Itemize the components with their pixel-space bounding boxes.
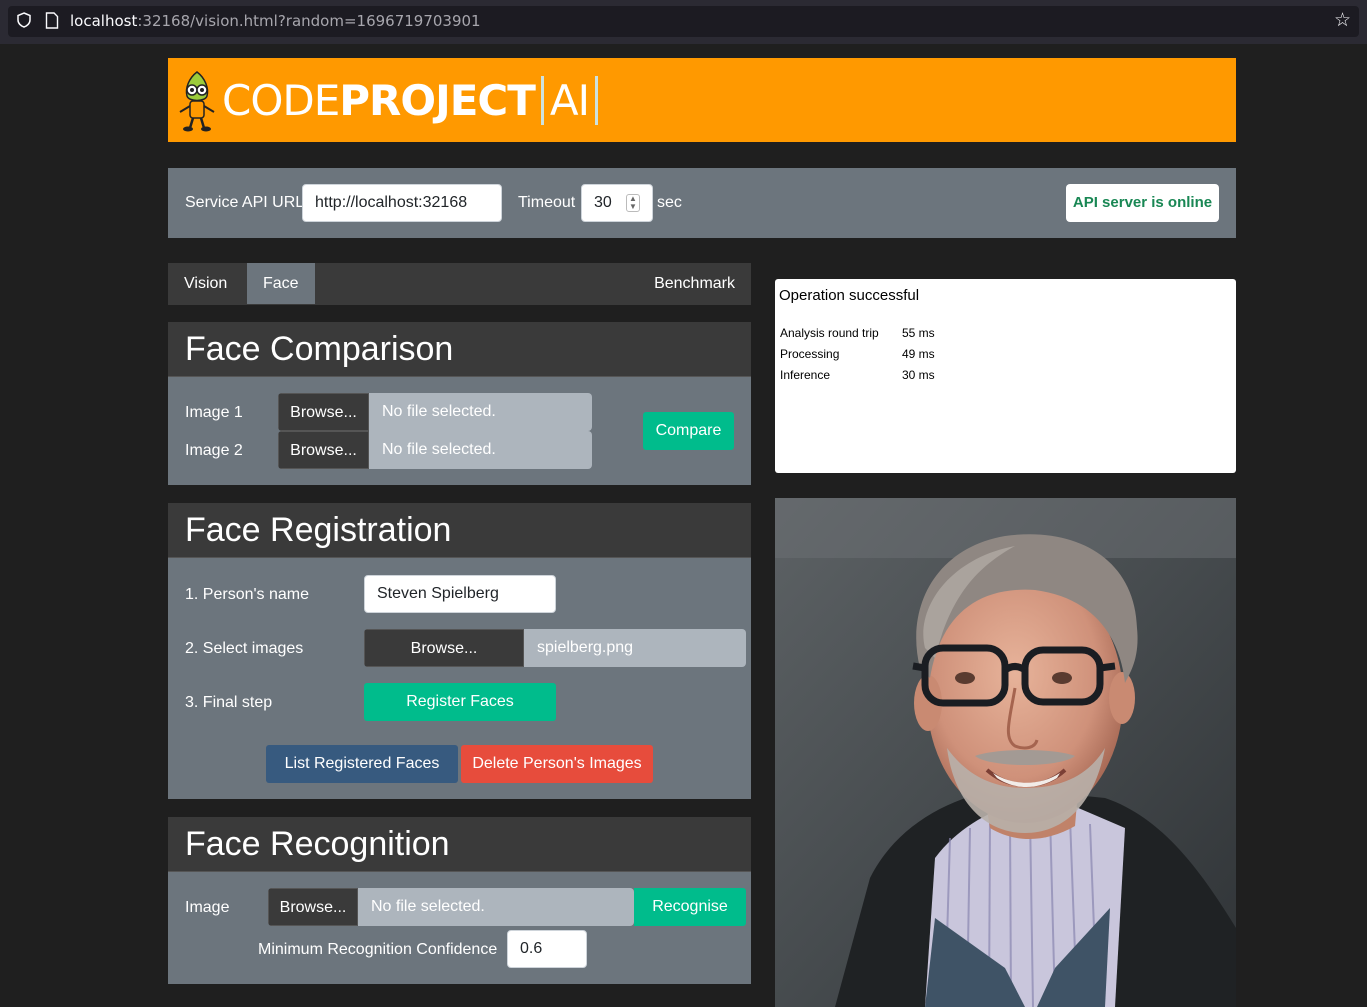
compare-button[interactable]: Compare [643, 412, 734, 450]
service-url-label: Service API URL [185, 194, 305, 211]
min-confidence-input[interactable]: 0.6 [507, 930, 587, 968]
shield-icon[interactable] [16, 12, 32, 28]
person-name-label: 1. Person's name [185, 586, 310, 603]
timing-key: Analysis round trip [780, 326, 879, 340]
tab-benchmark[interactable]: Benchmark [638, 263, 751, 304]
image2-file-input[interactable]: Browse... No file selected. [278, 431, 592, 469]
register-faces-button[interactable]: Register Faces [364, 683, 556, 721]
register-images-file-input[interactable]: Browse... spielberg.png [364, 629, 746, 667]
tab-bar: Vision Face Benchmark [168, 263, 751, 305]
tab-vision[interactable]: Vision [168, 263, 243, 304]
brand-banner: CODEPROJECT AI [168, 58, 1236, 142]
browser-toolbar: localhost:32168/vision.html?random=16967… [0, 0, 1367, 44]
face-recognition-panel: Face Recognition Image Browse... No file… [168, 817, 751, 984]
file-name: No file selected. [369, 393, 592, 431]
url-text[interactable]: localhost:32168/vision.html?random=16967… [70, 12, 481, 30]
timeout-value: 30 [594, 194, 612, 211]
final-step-label: 3. Final step [185, 694, 273, 711]
api-status-badge: API server is online [1066, 184, 1219, 222]
timeout-input[interactable]: 30 ▲ ▼ [581, 184, 653, 222]
bookmark-star-icon[interactable]: ☆ [1334, 11, 1351, 30]
panel-title: Face Recognition [185, 825, 450, 863]
browse-button[interactable]: Browse... [278, 431, 369, 469]
file-name: No file selected. [358, 888, 634, 926]
timing-value: 55 ms [902, 326, 935, 340]
results-panel: Operation successful Analysis round trip… [775, 279, 1236, 473]
uploaded-face-image [775, 498, 1236, 1007]
timing-key: Processing [780, 347, 840, 361]
spinner-arrows-icon[interactable]: ▲ ▼ [626, 194, 640, 212]
browse-button[interactable]: Browse... [268, 888, 358, 926]
portrait-illustration [775, 498, 1236, 1007]
image1-label: Image 1 [185, 404, 243, 421]
brand-logo-text: CODEPROJECT AI [222, 76, 599, 125]
panel-header: Face Recognition [168, 817, 751, 872]
person-name-input[interactable]: Steven Spielberg [364, 575, 556, 613]
service-url-input[interactable]: http://localhost:32168 [302, 184, 502, 222]
image2-label: Image 2 [185, 442, 243, 459]
file-name: No file selected. [369, 431, 592, 469]
recognise-button[interactable]: Recognise [634, 888, 746, 926]
recognition-image-label: Image [185, 899, 230, 916]
timeout-unit: sec [657, 194, 682, 211]
timing-row: Processing 49 ms [780, 347, 935, 368]
panel-title: Face Registration [185, 511, 452, 549]
result-message: Operation successful [779, 287, 920, 304]
file-name: spielberg.png [524, 629, 746, 667]
timing-row: Inference 30 ms [780, 368, 935, 389]
image1-file-input[interactable]: Browse... No file selected. [278, 393, 592, 431]
panel-header: Face Registration [168, 503, 751, 558]
codeproject-bob-logo-icon [179, 71, 215, 132]
delete-person-images-button[interactable]: Delete Person's Images [461, 745, 653, 783]
min-confidence-label: Minimum Recognition Confidence [258, 941, 498, 958]
recognition-file-input[interactable]: Browse... No file selected. [268, 888, 634, 926]
panel-header: Face Comparison [168, 322, 751, 377]
face-registration-panel: Face Registration 1. Person's name Steve… [168, 503, 751, 799]
timing-value: 49 ms [902, 347, 935, 361]
timing-value: 30 ms [902, 368, 935, 382]
select-images-label: 2. Select images [185, 640, 304, 657]
list-registered-faces-button[interactable]: List Registered Faces [266, 745, 458, 783]
timing-key: Inference [780, 368, 831, 382]
tab-face[interactable]: Face [247, 263, 315, 304]
page-icon [45, 12, 59, 29]
panel-title: Face Comparison [185, 330, 454, 368]
timing-row: Analysis round trip 55 ms [780, 326, 935, 347]
browse-button[interactable]: Browse... [364, 629, 524, 667]
service-config-bar: Service API URL http://localhost:32168 T… [168, 168, 1236, 238]
timing-table: Analysis round trip 55 ms Processing 49 … [780, 326, 935, 389]
browse-button[interactable]: Browse... [278, 393, 369, 431]
face-comparison-panel: Face Comparison Image 1 Browse... No fil… [168, 322, 751, 485]
timeout-label: Timeout [518, 194, 576, 211]
